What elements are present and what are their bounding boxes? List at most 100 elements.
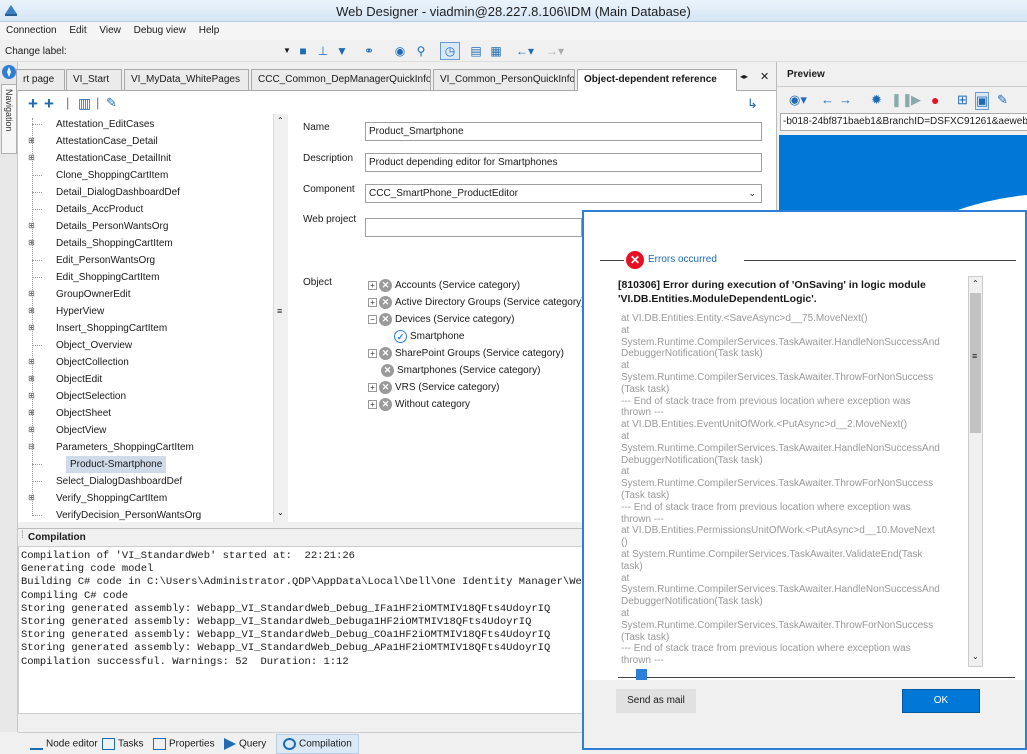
disk-multi-icon[interactable]: ▦ xyxy=(488,42,504,60)
tree-scrollbar[interactable]: ⌃ ≡ ⌄ xyxy=(273,114,288,522)
collapse-right-icon[interactable]: ↳ xyxy=(747,96,758,112)
object-item[interactable]: + ✕ SharePoint Groups (Service category) xyxy=(368,346,564,362)
add-child-icon[interactable]: + xyxy=(44,94,54,114)
tree-expander-icon[interactable]: ⊞ xyxy=(27,324,36,333)
menu-help[interactable]: Help xyxy=(199,22,220,40)
tree-item[interactable]: ObjectCollection xyxy=(56,354,129,371)
inspect-icon[interactable]: ▣ xyxy=(975,92,990,110)
tree-item[interactable]: Details_PersonWantsOrg xyxy=(56,218,168,235)
nav-pane-icon[interactable] xyxy=(1,64,17,80)
collapse-icon[interactable]: − xyxy=(368,314,377,324)
statusbar-query[interactable]: Query xyxy=(224,738,266,750)
object-item[interactable]: ✕ Smartphones (Service category) xyxy=(381,363,540,379)
preview-url-field[interactable]: -b018-24bf871baeb1&BranchID=DSFXC91261&a… xyxy=(780,113,1027,131)
hierarchy-icon[interactable]: ⚲ xyxy=(413,42,429,60)
filter-icon[interactable]: ▼ xyxy=(333,42,351,60)
scroll-up-icon[interactable]: ⌃ xyxy=(277,116,284,125)
expand-icon[interactable]: + xyxy=(368,399,377,409)
tab-ccc-common-depmanagerquickinfo[interactable]: CCC_Common_DepManagerQuickInfo xyxy=(251,69,431,90)
edit-icon[interactable]: ✎ xyxy=(997,92,1008,108)
tree-item[interactable]: Detail_DialogDashboardDef xyxy=(56,184,180,201)
tree-expander-icon[interactable]: ⊞ xyxy=(27,358,36,367)
tree-item[interactable]: Object_Overview xyxy=(56,337,132,354)
tree-item[interactable]: Details_AccProduct xyxy=(56,201,143,218)
tree-item[interactable]: Attestation_EditCases xyxy=(56,116,154,133)
tree-item[interactable]: HyperView xyxy=(56,303,104,320)
tree-item[interactable]: ObjectView xyxy=(56,422,106,439)
add-icon[interactable]: + xyxy=(28,94,38,114)
expand-icon[interactable]: + xyxy=(368,348,377,358)
object-item[interactable]: + ✕ VRS (Service category) xyxy=(368,380,499,396)
statusbar-properties[interactable]: Properties xyxy=(153,738,215,750)
tree-expander-icon[interactable]: ⊞ xyxy=(27,375,36,384)
ok-button[interactable]: OK xyxy=(902,689,980,713)
tab-vi-common-personquickinfo[interactable]: VI_Common_PersonQuickInfo xyxy=(433,69,575,90)
drag-handle-icon[interactable]: ⁞ xyxy=(21,530,24,541)
scroll-grip-icon[interactable]: ≡ xyxy=(277,306,282,316)
tree-item[interactable]: ObjectSheet xyxy=(56,405,111,422)
component-select[interactable]: CCC_SmartPhone_ProductEditor ⌄ xyxy=(365,184,762,203)
globe-icon[interactable]: ◉ xyxy=(392,42,408,60)
tab-start-page[interactable]: rt page xyxy=(16,69,65,90)
tree-item[interactable]: Edit_ShoppingCartItem xyxy=(56,269,159,286)
object-item[interactable]: ✓ Smartphone xyxy=(394,329,464,345)
save-icon[interactable]: ■ xyxy=(295,42,311,60)
menu-debug-view[interactable]: Debug view xyxy=(134,22,186,40)
tree-item[interactable]: ObjectEdit xyxy=(56,371,102,388)
tree-item[interactable]: AttestationCase_DetailInit xyxy=(56,150,171,167)
scroll-down-icon[interactable]: ⌄ xyxy=(277,508,284,517)
statusbar-compilation[interactable]: Compilation xyxy=(276,734,359,754)
tree-expander-icon[interactable]: ⊟ xyxy=(27,443,36,452)
trace-scrollbar[interactable]: ⌃ ≡ ⌄ xyxy=(968,276,983,667)
tree-expander-icon[interactable]: ⊞ xyxy=(27,494,36,503)
expand-icon[interactable]: + xyxy=(368,280,377,290)
grid-icon[interactable]: ⊞ xyxy=(957,92,968,108)
tree-item[interactable]: Insert_ShoppingCartItem xyxy=(56,320,167,337)
menu-view[interactable]: View xyxy=(99,22,121,40)
delete-icon[interactable]: ▥ xyxy=(78,95,91,112)
tree-expander-icon[interactable]: ⊞ xyxy=(27,137,36,146)
trace-scroll-thumb[interactable] xyxy=(970,293,981,433)
debug-bug-icon[interactable]: ✹ xyxy=(871,92,882,108)
name-field[interactable]: Product_Smartphone xyxy=(365,122,762,141)
tree-item[interactable]: GroupOwnerEdit xyxy=(56,286,130,303)
tree-item[interactable]: ObjectSelection xyxy=(56,388,126,405)
tree-item[interactable]: VerifyDecision_PersonWantsOrg xyxy=(56,507,201,524)
expand-icon[interactable]: + xyxy=(368,297,377,307)
tree-item[interactable]: Clone_ShoppingCartItem xyxy=(56,167,168,184)
object-item[interactable]: + ✕ Without category xyxy=(368,397,470,413)
tree-item[interactable]: Parameters_ShoppingCartItem xyxy=(56,439,194,456)
tree-expander-icon[interactable]: ⊞ xyxy=(27,409,36,418)
compilation-console[interactable]: Compilation of 'VI_StandardWeb' started … xyxy=(18,546,584,714)
tree-item[interactable]: Verify_ShoppingCartItem xyxy=(56,490,167,507)
tree-item[interactable]: Select_DialogDashboardDef xyxy=(56,473,182,490)
description-field[interactable]: Product depending editor for Smartphones xyxy=(365,153,762,172)
tab-vi-mydata-whitepages[interactable]: VI_MyData_WhitePages xyxy=(124,69,249,90)
object-item[interactable]: − ✕ Devices (Service category) xyxy=(368,312,514,328)
object-item[interactable]: + ✕ Active Directory Groups (Service categ… xyxy=(368,295,585,311)
tree-item-selected[interactable]: Product-Smartphone xyxy=(66,456,167,473)
close-tab-icon[interactable]: ✕ xyxy=(760,70,769,83)
tab-scroll-arrows-icon[interactable]: ◂▸ xyxy=(740,72,748,81)
tree-expander-icon[interactable]: ⊞ xyxy=(27,307,36,316)
tree-expander-icon[interactable]: ⊞ xyxy=(27,426,36,435)
tree-expander-icon[interactable]: ⊞ xyxy=(27,290,36,299)
menu-edit[interactable]: Edit xyxy=(69,22,86,40)
forward-arrow-icon[interactable]: → xyxy=(839,92,852,107)
menu-connection[interactable]: Connection xyxy=(6,22,57,40)
change-label-dropdown-icon[interactable]: ▼ xyxy=(283,46,291,55)
pause-icon[interactable]: ❚❚ xyxy=(891,92,913,108)
clock-icon[interactable]: ◷ xyxy=(440,42,460,60)
tree-item[interactable]: AttestationCase_Detail xyxy=(56,133,158,150)
statusbar-node-editor[interactable]: Node editor xyxy=(30,738,98,750)
statusbar-tasks[interactable]: Tasks xyxy=(102,738,144,750)
object-item[interactable]: + ✕ Accounts (Service category) xyxy=(368,278,520,294)
tab-object-dependent-reference[interactable]: Object-dependent reference xyxy=(577,69,737,91)
expand-icon[interactable]: + xyxy=(368,382,377,392)
tree-expander-icon[interactable]: ⊞ xyxy=(27,222,36,231)
globe-nav-icon[interactable]: ◉▾ xyxy=(789,92,807,108)
pin-icon[interactable]: ⊥ xyxy=(315,42,331,60)
disk-icon[interactable]: ▤ xyxy=(468,42,484,60)
play-icon[interactable]: ▶ xyxy=(911,92,921,108)
tab-vi-start[interactable]: VI_Start xyxy=(66,69,122,90)
